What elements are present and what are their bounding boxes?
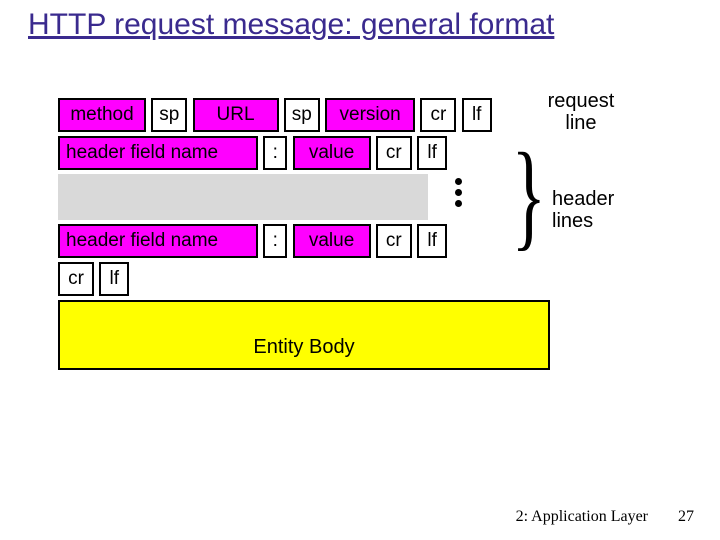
field-lf: lf [417, 224, 447, 258]
slide-title: HTTP request message: general format [28, 8, 554, 42]
header-line-row: header field name : value cr lf [58, 136, 550, 170]
field-lf: lf [462, 98, 492, 132]
field-value: value [293, 224, 371, 258]
field-method: method [58, 98, 146, 132]
footer-chapter: 2: Application Layer [516, 508, 648, 526]
ellipsis-icon [428, 174, 488, 220]
continuation-strip [58, 174, 428, 220]
field-value: value [293, 136, 371, 170]
field-colon: : [263, 136, 287, 170]
field-cr: cr [420, 98, 456, 132]
annotation-header-lines: header lines [552, 188, 642, 232]
field-colon: : [263, 224, 287, 258]
field-url: URL [193, 98, 279, 132]
blank-line-row: cr lf [58, 262, 550, 296]
field-lf: lf [417, 136, 447, 170]
brace-icon: } [512, 140, 547, 250]
header-repeat-row [58, 174, 550, 220]
field-version: version [325, 98, 415, 132]
header-line-row: header field name : value cr lf [58, 224, 550, 258]
field-cr: cr [376, 224, 412, 258]
field-sp: sp [284, 98, 320, 132]
field-lf: lf [99, 262, 129, 296]
field-header-name: header field name [58, 224, 258, 258]
field-header-name: header field name [58, 136, 258, 170]
annotation-request-line: request line [536, 90, 626, 134]
field-sp: sp [151, 98, 187, 132]
http-format-diagram: method sp URL sp version cr lf header fi… [58, 98, 550, 370]
entity-body-box: Entity Body [58, 300, 550, 370]
field-cr: cr [58, 262, 94, 296]
footer-page-number: 27 [678, 508, 694, 526]
field-cr: cr [376, 136, 412, 170]
request-line-row: method sp URL sp version cr lf [58, 98, 550, 132]
